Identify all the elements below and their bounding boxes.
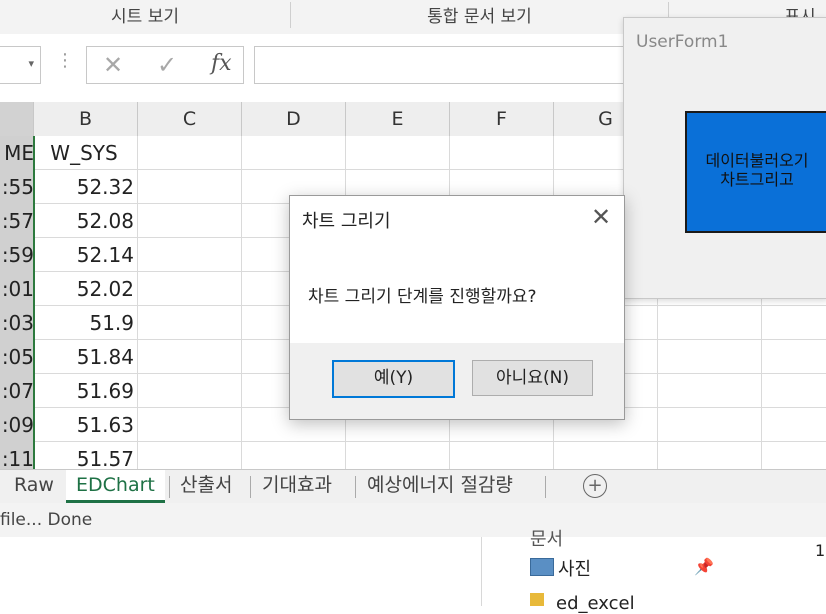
cell-a[interactable]: :09 — [0, 408, 34, 442]
dialog-title: 차트 그리기 — [302, 211, 391, 232]
status-bar: file... Done — [0, 503, 826, 538]
column-header-b[interactable]: B — [34, 102, 138, 136]
insert-function-icon[interactable]: fx — [211, 51, 232, 76]
close-icon[interactable]: ✕ — [588, 204, 614, 230]
cell-b[interactable]: 51.57 — [34, 442, 134, 469]
column-header-f[interactable]: F — [450, 102, 554, 136]
confirm-dialog: 차트 그리기 ✕ 차트 그리기 단계를 진행할까요? 예(Y) 아니요(N) — [289, 195, 625, 420]
tab-energy-savings[interactable]: 예상에너지 절감량 — [357, 470, 523, 500]
cell-a-header[interactable]: ME — [0, 136, 34, 170]
column-header-d[interactable]: D — [242, 102, 346, 136]
tab-divider — [250, 476, 251, 498]
tab-sanchulseo[interactable]: 산출서 — [170, 470, 242, 500]
cell-b[interactable]: 52.32 — [34, 170, 134, 204]
ribbon-group-sheet-view: 시트 보기 — [111, 7, 179, 27]
cell-a[interactable]: :55 — [0, 170, 34, 204]
more-options-icon[interactable]: ⋮ — [56, 50, 74, 71]
formula-input[interactable] — [254, 46, 628, 84]
grid-line — [241, 136, 242, 469]
tab-edchart[interactable]: EDChart — [66, 470, 165, 503]
cell-b[interactable]: 51.9 — [34, 306, 134, 340]
userform-title: UserForm1 — [636, 32, 729, 52]
cell-a[interactable]: :07 — [0, 374, 34, 408]
cell-a[interactable]: :57 — [0, 204, 34, 238]
nav-item-ed-excel[interactable]: ed_excel — [556, 593, 635, 614]
enter-icon[interactable]: ✓ — [157, 51, 177, 79]
tab-divider — [545, 476, 546, 498]
formula-buttons: ✕ ✓ fx — [86, 46, 244, 84]
no-button[interactable]: 아니요(N) — [472, 360, 593, 396]
name-box[interactable]: ▾ — [0, 46, 41, 84]
nav-item-documents[interactable]: 문서 — [530, 525, 563, 551]
load-data-draw-chart-button[interactable]: 데이터불러오기 차트그리고 — [685, 111, 826, 233]
ribbon-group-workbook-view: 통합 문서 보기 — [427, 7, 532, 27]
right-column-value: 1 — [815, 541, 826, 560]
cell-a[interactable]: :01 — [0, 272, 34, 306]
sheet-tabs: Raw EDChart 산출서 기대효과 예상에너지 절감량 + — [0, 469, 826, 504]
button-line-1: 데이터불러오기 — [705, 151, 809, 170]
folder-icon — [530, 593, 544, 606]
add-sheet-icon[interactable]: + — [583, 474, 607, 498]
grid-line — [137, 136, 138, 469]
status-text: file... Done — [0, 510, 93, 530]
dialog-message: 차트 그리기 단계를 진행할까요? — [308, 287, 537, 307]
photos-icon — [530, 558, 554, 576]
cell-a[interactable]: :05 — [0, 340, 34, 374]
cell-b[interactable]: 52.14 — [34, 238, 134, 272]
selection-border — [33, 136, 35, 469]
tab-expected-effect[interactable]: 기대효과 — [252, 470, 342, 500]
tab-raw[interactable]: Raw — [4, 470, 64, 500]
dialog-button-bar: 예(Y) 아니요(N) — [290, 343, 624, 419]
cell-a[interactable]: :59 — [0, 238, 34, 272]
column-header-c[interactable]: C — [138, 102, 242, 136]
chevron-down-icon[interactable]: ▾ — [28, 57, 34, 70]
cell-b[interactable]: 52.08 — [34, 204, 134, 238]
cell-b[interactable]: 51.84 — [34, 340, 134, 374]
cancel-icon[interactable]: ✕ — [103, 51, 123, 79]
pin-icon[interactable]: 📌 — [694, 557, 714, 576]
cell-b[interactable]: 51.69 — [34, 374, 134, 408]
yes-button[interactable]: 예(Y) — [332, 360, 455, 398]
file-explorer-fragment: 문서 사진 📌 ed_excel 1 — [0, 529, 826, 614]
button-line-2: 차트그리고 — [720, 170, 794, 189]
nav-item-photos[interactable]: 사진 — [558, 555, 591, 581]
cell-a[interactable]: :03 — [0, 306, 34, 340]
column-header-e[interactable]: E — [346, 102, 450, 136]
cell-b[interactable]: 51.63 — [34, 408, 134, 442]
tab-divider — [355, 476, 356, 498]
cell-a[interactable]: :11 — [0, 442, 34, 469]
column-header-a[interactable] — [0, 102, 34, 136]
userform-window: UserForm1 데이터불러오기 차트그리고 — [623, 17, 826, 299]
cell-b-header[interactable]: W_SYS — [34, 136, 134, 170]
cell-b[interactable]: 52.02 — [34, 272, 134, 306]
